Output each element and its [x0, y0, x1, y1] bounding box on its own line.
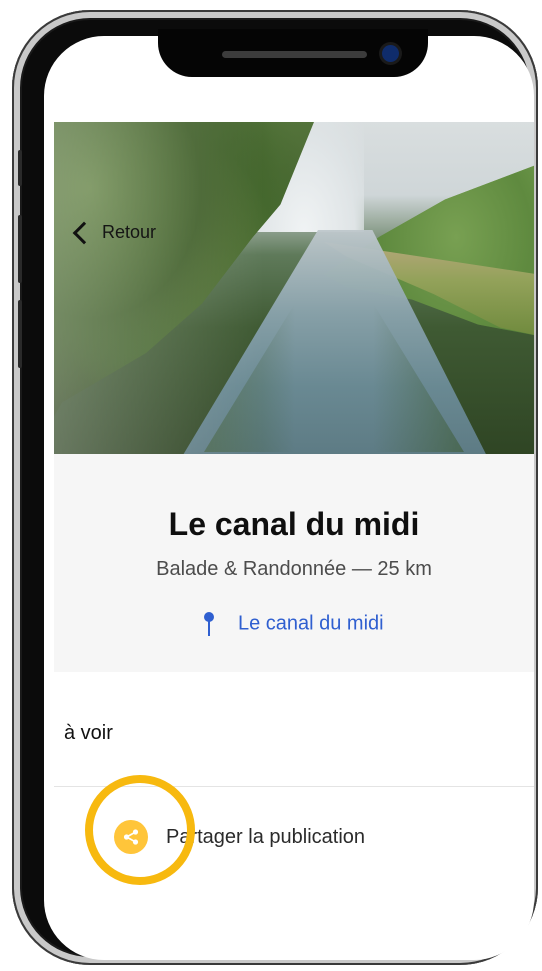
- location-link[interactable]: Le canal du midi: [54, 612, 534, 636]
- phone-side-button: [18, 300, 22, 368]
- back-label: Retour: [102, 222, 157, 242]
- share-label: Partager la publication: [166, 825, 366, 848]
- back-button[interactable]: Retour: [72, 221, 157, 245]
- hero-fade: [54, 122, 264, 454]
- section-divider: [54, 786, 534, 787]
- front-camera: [382, 45, 399, 62]
- place-subtitle: Balade & Randonnée — 25 km: [156, 558, 432, 580]
- chevron-left-icon: [72, 221, 96, 245]
- phone-side-button: [18, 150, 22, 186]
- place-title: Le canal du midi: [168, 506, 420, 542]
- to-see-section-label: à voir: [64, 722, 113, 744]
- phone-screen: Retour Le canal du midi Balade & Randonn…: [44, 36, 534, 960]
- share-publication-button[interactable]: Partager la publication: [114, 820, 365, 854]
- phone-notch: [158, 29, 428, 77]
- phone-side-button: [18, 215, 22, 283]
- location-label: Le canal du midi: [237, 612, 384, 635]
- hero-image: Retour: [54, 122, 534, 454]
- pin-icon: [204, 612, 215, 636]
- phone-frame: Retour Le canal du midi Balade & Randonn…: [12, 10, 538, 965]
- place-info-card: Le canal du midi Balade & Randonnée — 25…: [54, 454, 534, 672]
- speaker-grill: [222, 51, 367, 58]
- share-icon: [114, 820, 148, 854]
